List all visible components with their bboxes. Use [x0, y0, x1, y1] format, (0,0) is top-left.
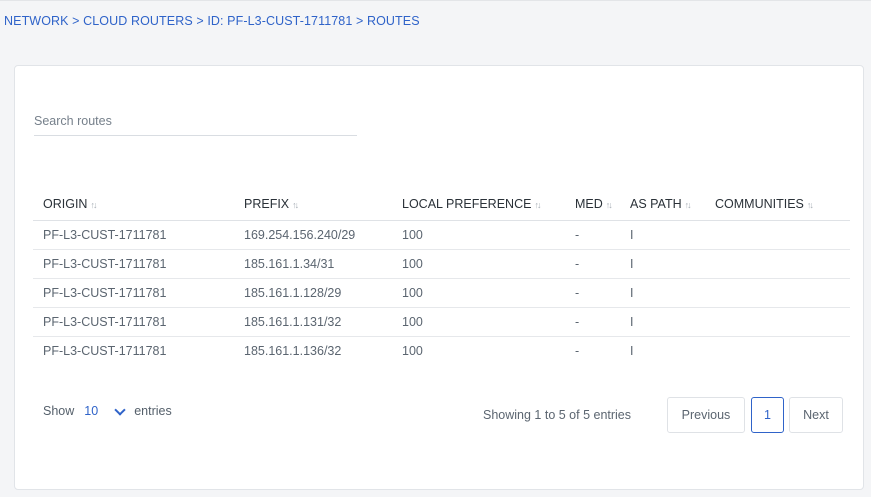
sort-icon[interactable]: ↑↓ [606, 200, 613, 210]
cell-prefix: 169.254.156.240/29 [234, 220, 392, 250]
cell-origin: PF-L3-CUST-1711781 [33, 278, 234, 308]
table-row: PF-L3-CUST-1711781 185.161.1.128/29 100 … [33, 278, 850, 308]
column-label: PREFIX [244, 197, 290, 211]
previous-button[interactable]: Previous [667, 397, 745, 433]
cell-origin: PF-L3-CUST-1711781 [33, 220, 234, 250]
cell-local-preference: 100 [392, 249, 565, 279]
cell-origin: PF-L3-CUST-1711781 [33, 307, 234, 337]
cell-med: - [565, 220, 620, 250]
sort-icon[interactable]: ↑↓ [807, 200, 814, 210]
chevron-down-icon [114, 403, 126, 416]
cell-prefix: 185.161.1.131/32 [234, 307, 392, 337]
cell-local-preference: 100 [392, 307, 565, 337]
cell-med: - [565, 278, 620, 308]
entries-per-page-value: 10 [84, 404, 99, 418]
cell-as-path: I [620, 220, 705, 250]
next-button[interactable]: Next [789, 397, 843, 433]
page-button-current[interactable]: 1 [751, 397, 784, 433]
column-med[interactable]: MED ↑↓ [565, 188, 620, 221]
search-field[interactable] [34, 107, 357, 136]
routes-card: ORIGIN↑↓ PREFIX↑↓ LOCAL PREFERENCE↑↓ MED… [14, 65, 864, 490]
cell-med: - [565, 249, 620, 279]
column-local-preference[interactable]: LOCAL PREFERENCE ↑↓ [392, 188, 565, 221]
sort-icon[interactable]: ↑↓ [292, 200, 299, 210]
cell-communities [705, 337, 850, 366]
cell-med: - [575, 344, 580, 358]
cell-local-preference: 100 [392, 278, 565, 308]
column-label: ORIGIN [43, 197, 88, 211]
cell-as-path: I [630, 344, 634, 358]
column-prefix[interactable]: PREFIX ↑↓ [234, 188, 392, 221]
show-label: Show [43, 404, 75, 418]
cell-as-path: I [620, 307, 705, 337]
entries-label: entries [134, 404, 172, 418]
cell-local-preference: 100 [392, 220, 565, 250]
cell-med: - [565, 307, 620, 337]
breadcrumb[interactable]: NETWORK > CLOUD ROUTERS > ID: PF-L3-CUST… [4, 14, 420, 28]
cell-prefix: 185.161.1.136/32 [244, 344, 342, 358]
cell-prefix: 185.161.1.34/31 [234, 249, 392, 279]
cell-local-preference: 100 [402, 344, 423, 358]
cell-communities [705, 220, 850, 250]
cell-as-path: I [620, 249, 705, 279]
column-label: LOCAL PREFERENCE [402, 197, 532, 211]
cell-as-path: I [620, 278, 705, 308]
cell-communities [705, 249, 850, 279]
top-divider [0, 0, 871, 1]
cell-communities [705, 278, 850, 308]
entries-per-page-select[interactable]: 10 [84, 403, 126, 418]
pagination: Previous 1 Next [667, 397, 843, 433]
sort-icon[interactable]: ↑↓ [90, 200, 97, 210]
column-label: COMMUNITIES [715, 197, 804, 211]
table-row: PF-L3-CUST-1711781 185.161.1.34/31 100 -… [33, 249, 850, 279]
table-row: PF-L3-CUST-1711781 185.161.1.131/32 100 … [33, 307, 850, 337]
table-header-row: ORIGIN ↑↓ PREFIX ↑↓ LOCAL PREFERENCE ↑↓ MED… [33, 188, 850, 221]
cell-origin: PF-L3-CUST-1711781 [33, 249, 234, 279]
cell-origin: PF-L3-CUST-1711781 [43, 344, 167, 358]
routes-table: ORIGIN ↑↓ PREFIX ↑↓ LOCAL PREFERENCE ↑↓ MED… [33, 188, 850, 365]
sort-icon[interactable]: ↑↓ [534, 200, 541, 210]
entries-length-control: Show 10 entries [43, 403, 172, 418]
sort-icon[interactable]: ↑↓ [685, 200, 692, 210]
table-row: PF-L3-CUST-1711781 169.254.156.240/29 10… [33, 220, 850, 250]
table-info: Showing 1 to 5 of 5 entries [483, 408, 632, 422]
cell-communities [705, 307, 850, 337]
search-input[interactable] [34, 107, 357, 135]
column-as-path[interactable]: AS PATH ↑↓ [620, 188, 705, 221]
column-communities[interactable]: COMMUNITIES ↑↓ [705, 188, 850, 221]
column-label: AS PATH [630, 197, 682, 211]
table-row: PF-L3-CUST-1711781 185.161.1.136/32 100 … [33, 337, 850, 366]
column-label: MED [575, 197, 603, 211]
cell-prefix: 185.161.1.128/29 [234, 278, 392, 308]
column-origin[interactable]: ORIGIN ↑↓ [33, 188, 234, 221]
